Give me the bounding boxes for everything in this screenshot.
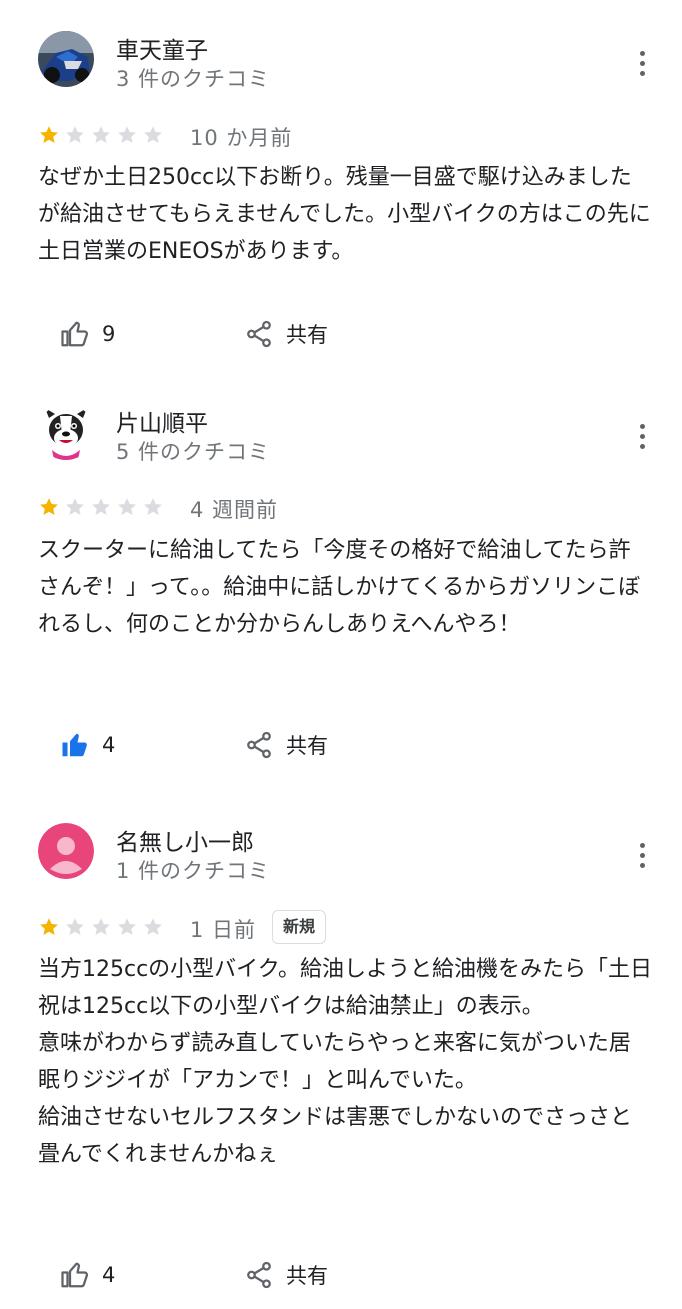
reviewer-review-count[interactable]: 1 件のクチコミ [116, 855, 270, 885]
review-card: 名無し小一郎 1 件のクチコミ 1 日前 新規 当方125ccの小型バイク。給油… [0, 0, 682, 1309]
review-text: 当方125ccの小型バイク。給油しようと給油機をみたら「土日祝は125cc以下の… [38, 957, 652, 1167]
star-rating [38, 916, 164, 940]
thumbs-up-icon [60, 1260, 90, 1290]
share-icon [247, 1261, 271, 1289]
default-person-avatar [38, 823, 94, 879]
like-count: 4 [102, 1263, 116, 1287]
more-options-icon[interactable] [630, 841, 654, 871]
star-empty-icon [118, 918, 136, 935]
star-empty-icon [144, 918, 162, 935]
star-filled-icon [40, 918, 58, 935]
review-time: 1 日前 [190, 918, 257, 942]
like-button[interactable]: 4 [60, 1259, 115, 1291]
reviewer-name[interactable]: 名無し小一郎 [116, 823, 254, 857]
reviewer-avatar[interactable] [38, 823, 94, 879]
star-empty-icon [92, 918, 110, 935]
star-empty-icon [66, 918, 84, 935]
share-label: 共有 [286, 1264, 328, 1288]
new-badge: 新規 [272, 910, 327, 944]
share-button[interactable]: 共有 [244, 1259, 328, 1291]
